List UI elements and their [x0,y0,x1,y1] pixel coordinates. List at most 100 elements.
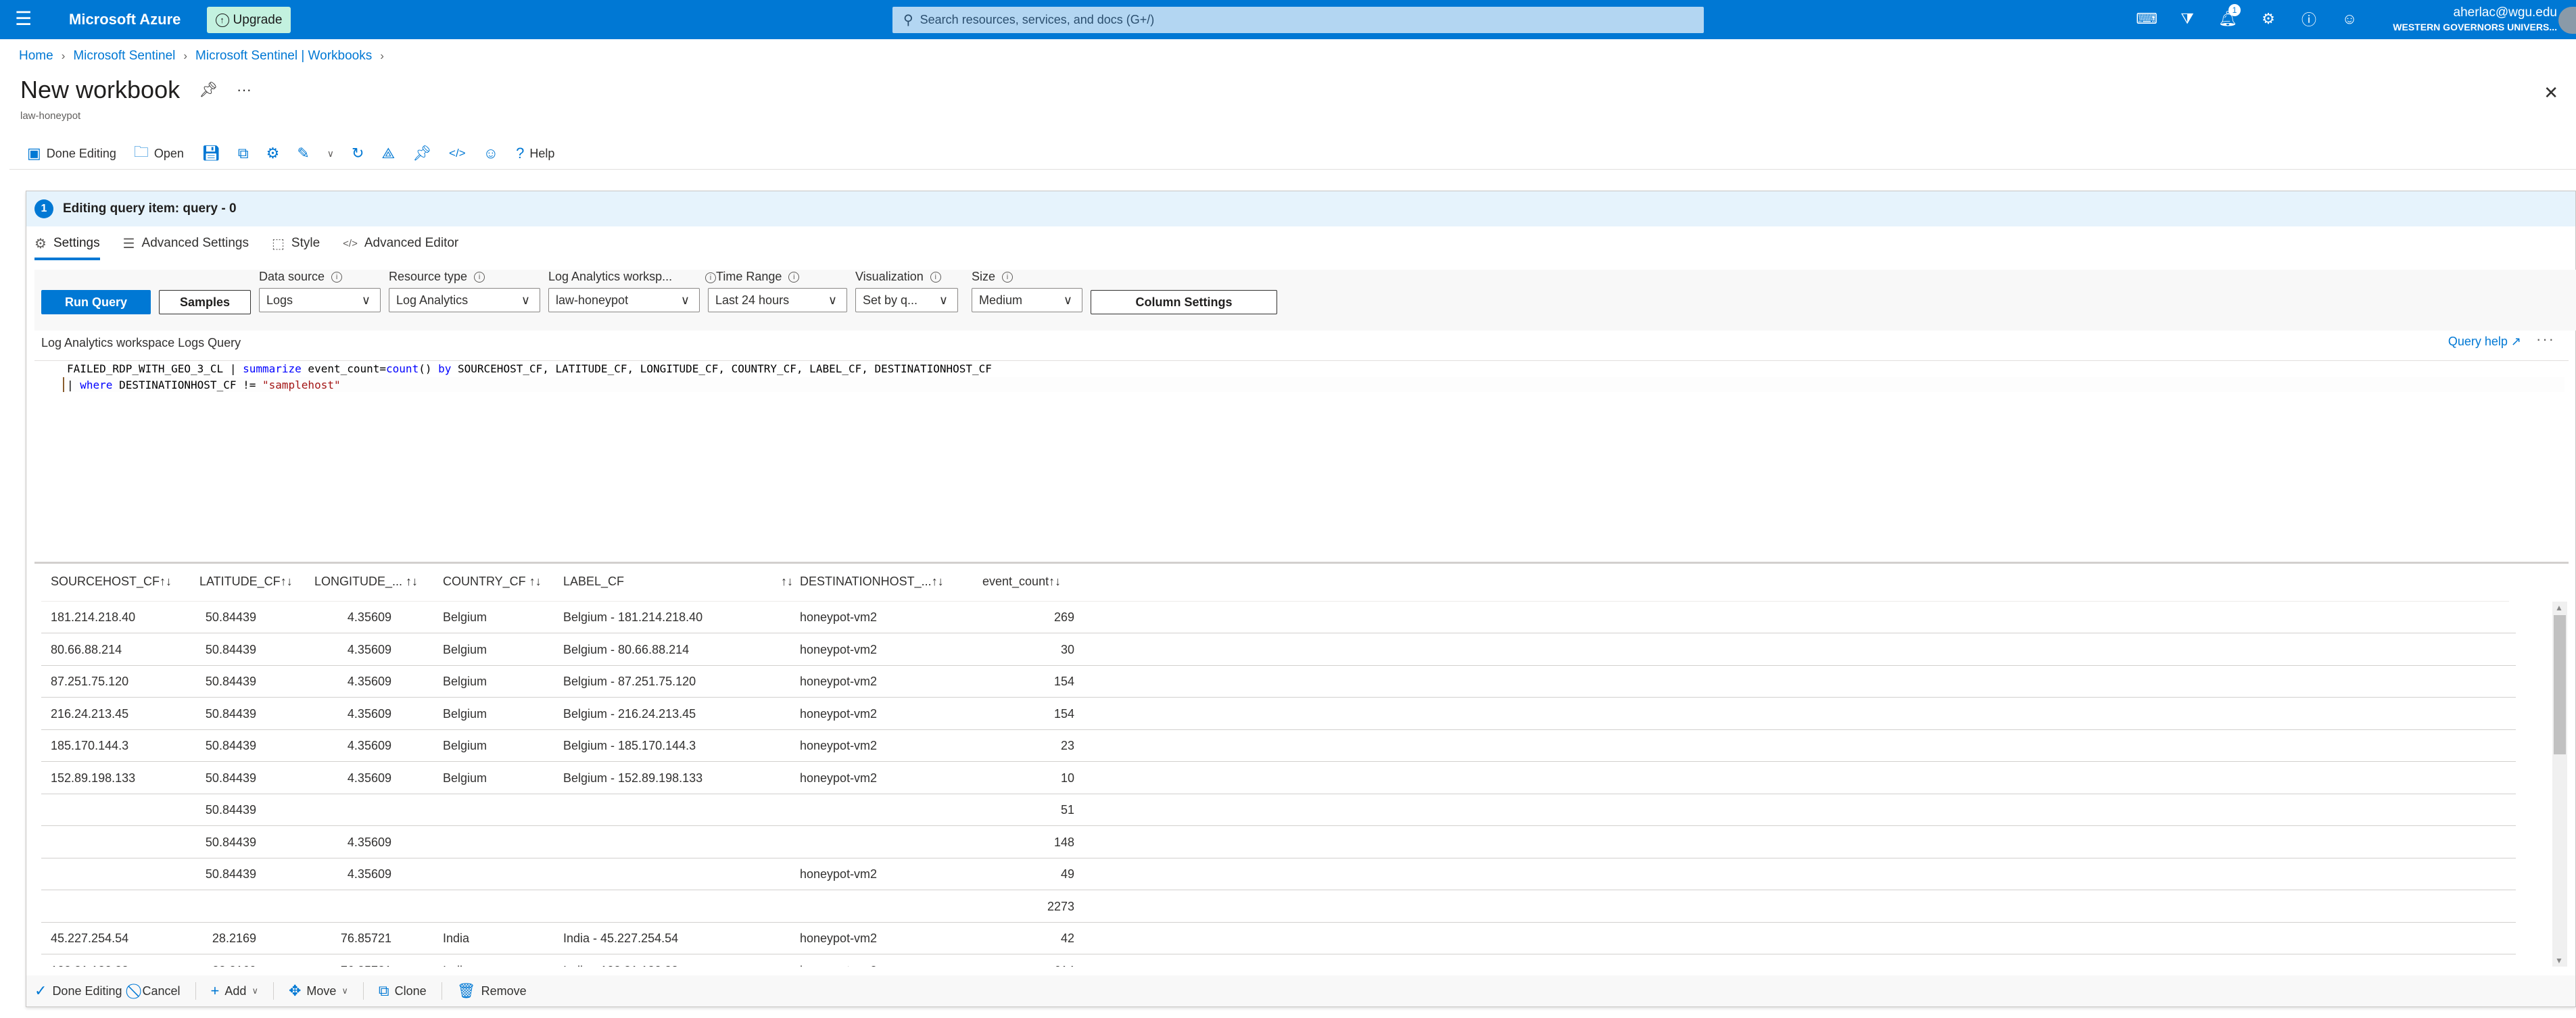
column-header-destinationhost[interactable]: DESTINATIONHOST_...↑↓ [800,575,944,589]
scrollbar-thumb[interactable] [2554,615,2566,754]
visualization-select[interactable]: Set by q... ∨ [855,288,958,312]
feedback-icon[interactable]: ☺ [2339,8,2360,30]
table-row[interactable]: 2273 [41,891,2516,923]
settings-icon[interactable]: ⚙ [2258,8,2279,30]
destinationhost-cell: honeypot-vm2 [800,771,878,785]
event-count-cell: 30 [1060,642,1074,656]
query-editor[interactable]: FAILED_RDP_WITH_GEO_3_CL | summarize eve… [34,360,2569,556]
share-icon[interactable]: ⟁ [381,145,395,162]
notifications-icon[interactable]: 🔔︎ 1 [2218,4,2241,30]
account-menu[interactable]: aherlac@wgu.edu WESTERN GOVERNORS UNIVER… [2393,5,2557,32]
column-header-latitude[interactable]: LATITUDE_CF↑↓ [199,575,293,589]
done-editing-button[interactable]: ▣ Done Editing [27,145,116,162]
tab-settings[interactable]: ⚙ Settings [34,226,100,260]
info-icon[interactable]: i [930,271,941,283]
breadcrumb-home[interactable]: Home [19,49,53,64]
table-row[interactable]: 87.251.75.120 50.84439 4.35609 Belgium Belgi… [41,666,2516,698]
info-icon[interactable]: i [331,271,343,283]
add-button[interactable]: + Add ∨ [211,982,258,1000]
global-search-input[interactable]: ⚲ Search resources, services, and docs (… [892,7,1704,33]
query-help-link[interactable]: Query help ↗ [2448,335,2521,349]
resource-type-field: Resource type i Log Analytics ∨ [389,270,540,312]
directory-filter-icon[interactable]: ⧩ [2177,8,2197,30]
tab-advanced-settings[interactable]: ☰ Advanced Settings [123,226,249,260]
cloud-shell-icon[interactable]: ⌨ [2136,8,2157,30]
workbook-toolbar: ▣ Done Editing 🗀 Open 💾︎ ⧉ ⚙ ✎ ∨ ↻ ⟁ 📌︎ … [27,141,554,166]
column-header-event-count[interactable]: event_count↑↓ [982,575,1061,589]
upgrade-button[interactable]: ↑ Upgrade [207,7,291,33]
event-count-cell: 23 [1060,739,1074,752]
help-button[interactable]: ? Help [516,145,554,162]
resource-type-select[interactable]: Log Analytics ∨ [389,288,540,312]
help-icon[interactable]: ⓘ [2299,8,2319,30]
move-button[interactable]: ✥ Move ∨ [289,982,348,1000]
longitude-cell: 76.85721 [340,931,391,945]
avatar[interactable] [2558,7,2576,34]
sort-icon: ↑↓ [529,575,542,588]
sort-icon[interactable]: ↑↓ [781,575,793,589]
breadcrumb-workbooks[interactable]: Microsoft Sentinel | Workbooks [195,49,372,64]
info-icon[interactable]: i [788,271,800,283]
longitude-cell: 4.35609 [347,771,391,785]
table-row[interactable]: 181.214.218.40 50.84439 4.35609 Belgium Belg… [41,602,2516,633]
pin-icon[interactable]: 📌︎ [199,81,218,99]
event-count-cell: 269 [1053,610,1074,624]
column-header-longitude[interactable]: LONGITUDE_... ↑↓ [314,575,418,589]
table-row[interactable]: 152.89.198.133 50.84439 4.35609 Belgium Belg… [41,762,2516,794]
column-settings-button[interactable]: Column Settings [1091,290,1277,314]
table-row[interactable]: 216.24.213.45 50.84439 4.35609 Belgium Belgi… [41,698,2516,730]
table-row[interactable]: 103.81.130.38 28.2169 76.85721 India India -… [41,955,2516,967]
data-source-select[interactable]: Logs ∨ [259,288,381,312]
table-row[interactable]: 45.227.254.54 28.2169 76.85721 India India -… [41,923,2516,954]
page-title: New workbook [20,76,181,103]
hamburger-menu-icon[interactable]: ☰ [15,9,32,28]
column-header-country[interactable]: COUNTRY_CF ↑↓ [443,575,542,589]
code-icon[interactable]: </> [449,147,466,160]
cancel-button[interactable]: ⃠Cancel [137,982,181,1000]
footer-done-editing-button[interactable]: ✓ Done Editing [34,982,122,1000]
save-icon[interactable]: 💾︎ [201,145,220,162]
breadcrumb-sentinel[interactable]: Microsoft Sentinel [73,49,175,64]
more-options-icon[interactable]: ··· [237,81,252,99]
close-icon[interactable]: ✕ [2544,82,2558,103]
label-cell: India - 103.81.130.38 [563,964,678,967]
save-as-icon[interactable]: ⧉ [238,145,249,162]
edit-pencil-icon[interactable]: ✎ [297,145,309,162]
settings-icon[interactable]: ⚙ [266,145,280,162]
grid-scrollbar[interactable]: ▲ ▼ [2552,602,2567,967]
tab-style[interactable]: ⬚ Style [272,226,320,260]
samples-button[interactable]: Samples [159,290,251,314]
divider [362,982,364,1000]
scroll-down-icon[interactable]: ▼ [2555,956,2563,965]
time-range-select[interactable]: Last 24 hours ∨ [708,288,847,312]
feedback-smiley-icon[interactable]: ☺ [483,145,498,162]
info-icon[interactable]: i [474,271,485,283]
open-button[interactable]: 🗀 Open [134,141,184,166]
scroll-up-icon[interactable]: ▲ [2555,603,2563,612]
clone-button[interactable]: ⧉ Clone [379,982,427,1000]
pin-icon[interactable]: 📌︎ [412,145,431,162]
column-header-sourcehost[interactable]: SOURCEHOST_CF↑↓ [51,575,172,589]
chevron-down-icon[interactable]: ∨ [327,148,334,160]
table-row[interactable]: 80.66.88.214 50.84439 4.35609 Belgium Belgiu… [41,634,2516,666]
table-row[interactable]: 50.84439 51 [41,794,2516,826]
run-query-button[interactable]: Run Query [41,290,151,314]
notification-badge: 1 [2228,4,2241,16]
more-options-icon[interactable]: ··· [2536,331,2555,348]
divider [195,982,196,1000]
tab-advanced-editor[interactable]: </> Advanced Editor [343,226,458,260]
remove-button[interactable]: 🗑︎ Remove [457,982,527,1000]
table-row[interactable]: 50.84439 4.35609 148 [41,827,2516,858]
column-header-label[interactable]: LABEL_CF [563,575,624,589]
brand-title[interactable]: Microsoft Azure [69,11,181,28]
table-row[interactable]: 50.84439 4.35609 honeypot-vm2 49 [41,858,2516,890]
country-cell: Belgium [443,706,487,721]
size-select[interactable]: Medium ∨ [972,288,1082,312]
country-cell: Belgium [443,610,487,624]
grid-header: SOURCEHOST_CF↑↓ LATITUDE_CF↑↓ LONGITUDE_… [41,564,2509,602]
workspace-select[interactable]: law-honeypot ∨ [548,288,700,312]
latitude-cell: 28.2169 [212,931,256,945]
info-icon[interactable]: i [1002,271,1013,283]
refresh-icon[interactable]: ↻ [352,145,364,162]
table-row[interactable]: 185.170.144.3 50.84439 4.35609 Belgium Belgi… [41,730,2516,762]
